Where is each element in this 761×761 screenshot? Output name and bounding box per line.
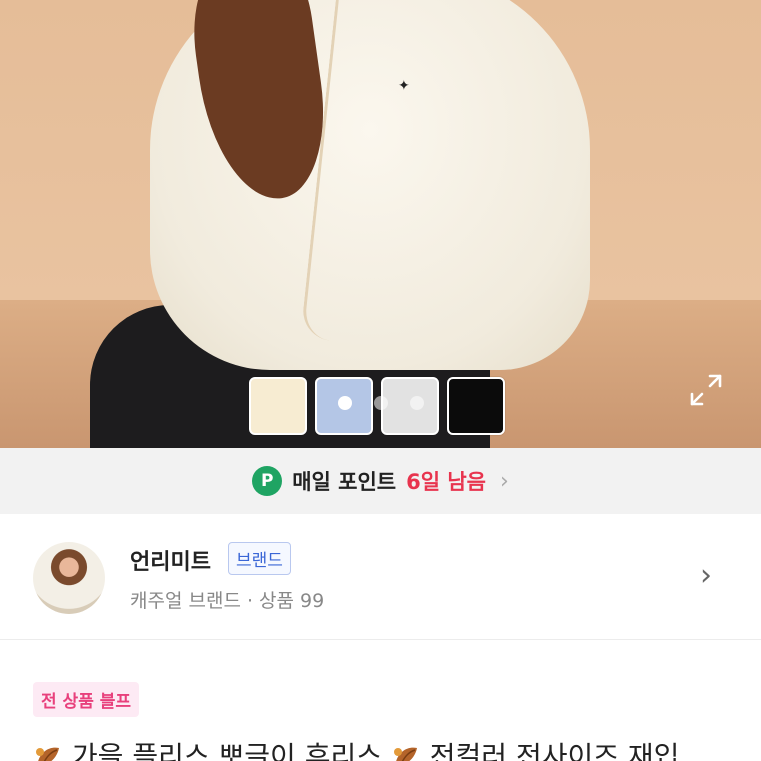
point-badge-icon: P xyxy=(252,466,283,496)
promo-tag: 전 상품 블프 xyxy=(33,682,140,717)
brand-subtitle: 캐주얼 브랜드 · 상품 99 xyxy=(130,590,325,612)
product-image[interactable]: ✦ xyxy=(0,0,761,448)
expand-icon[interactable] xyxy=(688,372,724,408)
color-swatch-black[interactable] xyxy=(447,377,505,435)
daily-point-banner[interactable]: P 매일 포인트 6일 남음 › xyxy=(0,448,761,514)
brand-row[interactable]: 언리미트 브랜드 캐주얼 브랜드 · 상품 99 › xyxy=(0,514,761,640)
point-label: 매일 포인트 xyxy=(292,470,397,494)
brand-badge: 브랜드 xyxy=(228,542,291,575)
point-days-left: 6일 남음 xyxy=(406,470,486,494)
pagination-dot[interactable] xyxy=(374,396,388,410)
product-title-part2: 전컬러 전사이즈 재입 xyxy=(429,740,680,761)
image-pagination xyxy=(338,396,424,410)
brand-avatar xyxy=(33,542,105,614)
product-title-part1: 가을 플리스 뽀글이 후리스 xyxy=(71,740,382,761)
chevron-right-icon[interactable]: › xyxy=(700,558,712,593)
brand-name: 언리미트 xyxy=(130,550,211,575)
product-title: 가을 플리스 뽀글이 후리스 전컬러 전사이즈 재입 xyxy=(33,735,753,761)
pagination-dot[interactable] xyxy=(338,396,352,410)
jacket-logo-icon: ✦ xyxy=(398,78,410,94)
autumn-leaf-icon xyxy=(393,747,417,761)
autumn-leaf-icon xyxy=(36,747,59,761)
pagination-dot[interactable] xyxy=(410,396,424,410)
chevron-right-icon: › xyxy=(500,468,509,494)
color-swatch-cream[interactable] xyxy=(249,377,307,435)
